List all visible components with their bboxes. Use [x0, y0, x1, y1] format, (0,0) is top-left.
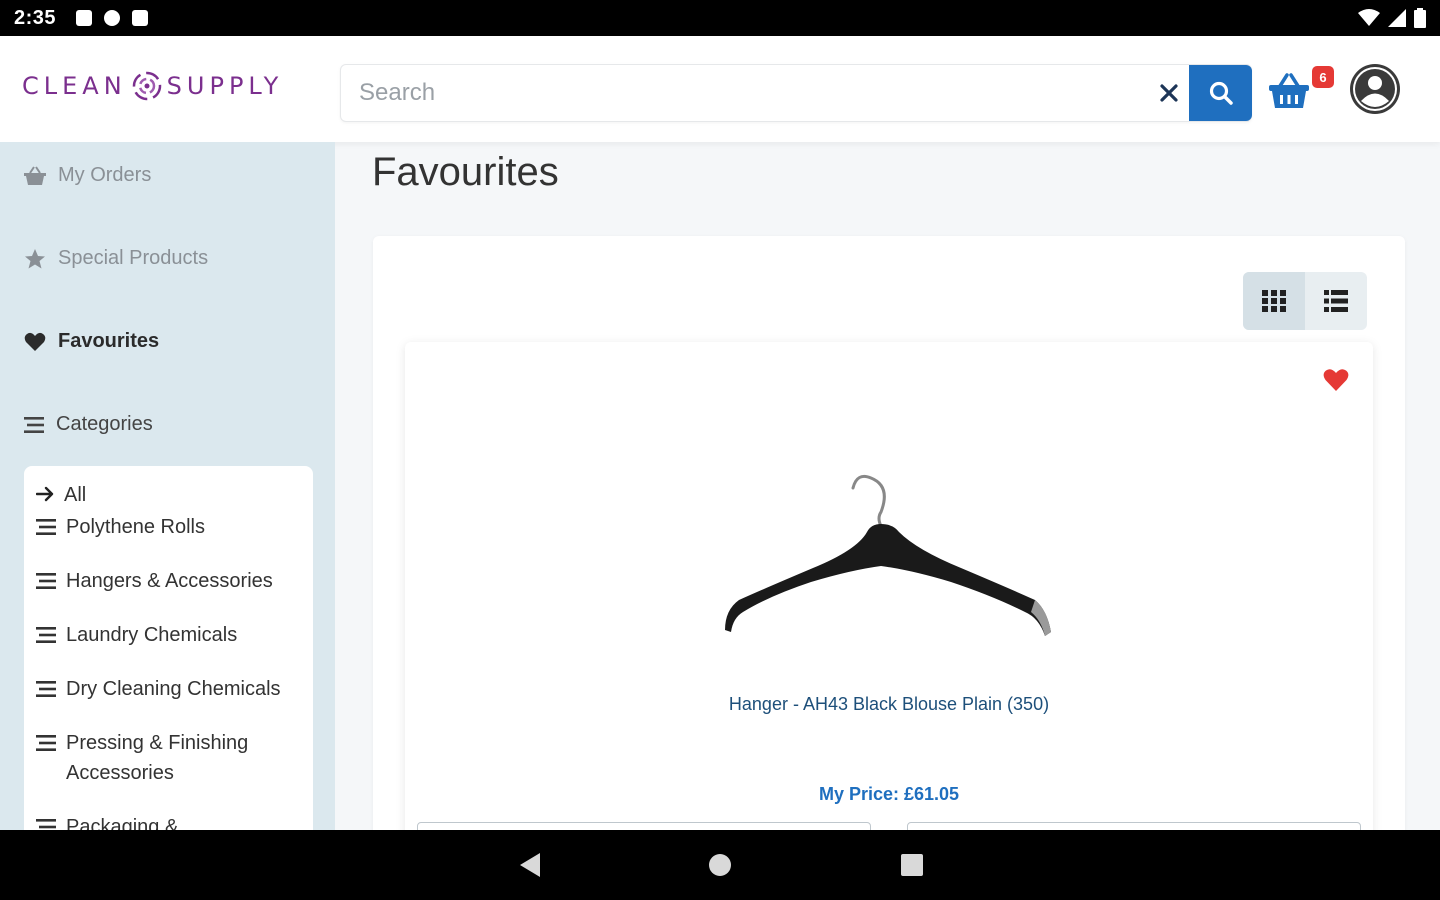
sidebar-item-favourites[interactable]: Favourites — [24, 330, 159, 353]
list-icon — [24, 416, 44, 433]
category-list: All Polythene Rolls Hangers & Accessorie… — [24, 466, 313, 830]
sidebar-item-special-products[interactable]: Special Products — [24, 247, 208, 270]
signal-icon — [1388, 9, 1406, 27]
product-card: Hanger - AH43 Black Blouse Plain (350) M… — [405, 342, 1373, 836]
sd-card-icon — [132, 10, 149, 26]
sidebar-item-label: My Orders — [58, 164, 152, 186]
product-price: My Price: £61.05 — [818, 784, 960, 804]
logo[interactable]: CLEAN SUPPLY — [22, 70, 283, 102]
logo-swirl-icon — [132, 71, 161, 101]
category-label: Pressing & Finishing Accessories — [66, 732, 249, 784]
back-icon[interactable] — [518, 852, 542, 878]
list-icon — [36, 627, 56, 643]
category-label: Hangers & Accessories — [66, 570, 273, 592]
category-label: Polythene Rolls — [66, 516, 205, 538]
category-label: Dry Cleaning Chemicals — [66, 678, 281, 700]
system-nav-bar — [0, 830, 1440, 900]
product-name-link[interactable]: Hanger - AH43 Black Blouse Plain (350) — [405, 694, 1373, 715]
search-button[interactable] — [1189, 65, 1252, 121]
logo-text-left: CLEAN — [22, 72, 127, 100]
wifi-icon — [1358, 9, 1380, 26]
category-item-packaging[interactable]: Packaging & — [36, 812, 301, 830]
system-icons — [1358, 8, 1426, 28]
cart-count-badge: 6 — [1312, 66, 1334, 88]
home-icon[interactable] — [708, 852, 732, 878]
sidebar-item-label: Special Products — [58, 247, 209, 269]
list-icon — [36, 735, 56, 751]
close-icon — [1160, 84, 1178, 102]
list-icon — [36, 681, 56, 697]
battery-icon — [1414, 8, 1426, 28]
user-icon — [1353, 67, 1397, 111]
notification-icon — [76, 10, 93, 26]
list-icon — [36, 519, 56, 535]
sidebar-item-my-orders[interactable]: My Orders — [24, 164, 151, 187]
list-icon — [36, 573, 56, 589]
arrow-right-icon — [36, 486, 54, 502]
grid-view-button[interactable] — [1243, 272, 1305, 330]
category-label: Packaging & — [66, 816, 179, 830]
recents-icon[interactable] — [900, 852, 924, 878]
heart-icon — [24, 332, 46, 351]
category-item-polythene-rolls[interactable]: Polythene Rolls — [36, 512, 301, 542]
category-item-hangers-accessories[interactable]: Hangers & Accessories — [36, 566, 301, 596]
product-image[interactable] — [721, 466, 1057, 646]
category-label: Laundry Chemicals — [66, 624, 238, 646]
search-icon — [1209, 81, 1233, 105]
list-view-button[interactable] — [1305, 272, 1367, 330]
sidebar-item-label: Favourites — [58, 330, 160, 352]
category-item-dry-cleaning-chemicals[interactable]: Dry Cleaning Chemicals — [36, 674, 301, 704]
favourites-panel: Hanger - AH43 Black Blouse Plain (350) M… — [373, 236, 1405, 836]
basket-icon — [24, 165, 46, 185]
basket-icon — [1269, 73, 1309, 108]
grid-view-icon — [1262, 290, 1286, 312]
category-item-all[interactable]: All — [36, 480, 301, 510]
view-toggle — [1243, 272, 1367, 330]
notification-icon — [104, 10, 121, 26]
favourite-toggle-button[interactable] — [1323, 368, 1349, 397]
list-view-icon — [1324, 290, 1348, 312]
heart-icon — [1323, 369, 1349, 391]
sidebar: My Orders Special Products Favourites Ca… — [0, 142, 335, 830]
cart-button[interactable]: 6 — [1268, 66, 1338, 116]
search-bar — [340, 64, 1252, 122]
star-icon — [25, 248, 45, 268]
user-avatar[interactable] — [1350, 64, 1400, 114]
notification-icons — [76, 10, 149, 26]
sidebar-item-label: Categories — [56, 413, 153, 435]
status-time: 2:35 — [14, 6, 57, 29]
category-label: All — [64, 484, 87, 506]
list-icon — [36, 819, 56, 829]
logo-text-right: SUPPLY — [166, 72, 284, 100]
search-input[interactable] — [341, 65, 1161, 121]
category-item-pressing-finishing[interactable]: Pressing & Finishing Accessories — [36, 728, 301, 788]
category-item-laundry-chemicals[interactable]: Laundry Chemicals — [36, 620, 301, 650]
clear-search-button[interactable] — [1153, 77, 1185, 109]
status-bar: 2:35 — [0, 0, 1440, 36]
page-title: Favourites — [372, 150, 559, 194]
app-header: CLEAN SUPPLY 6 — [0, 36, 1440, 142]
sidebar-item-categories[interactable]: Categories — [24, 413, 153, 436]
